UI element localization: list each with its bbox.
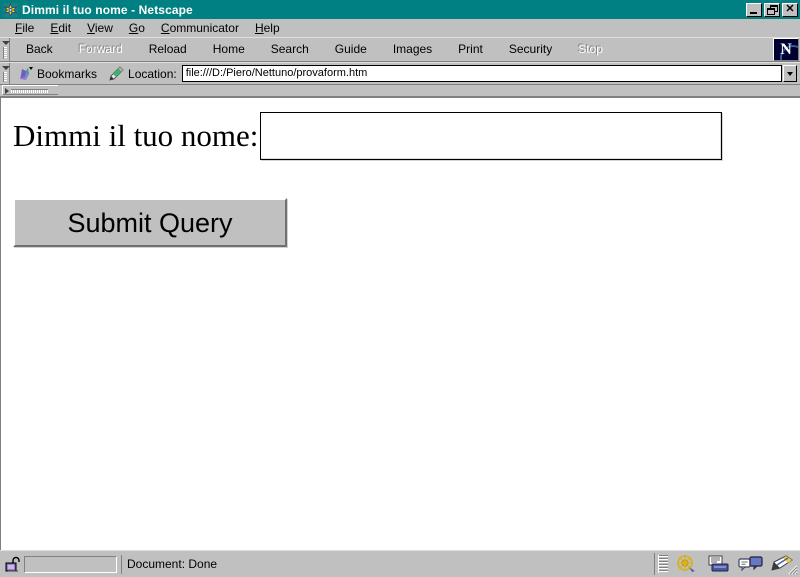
menu-item-view[interactable]: View xyxy=(79,20,121,36)
menu-bar: File Edit View Go Communicator Help xyxy=(0,19,800,37)
menu-item-go[interactable]: Go xyxy=(121,20,153,36)
back-button[interactable]: Back xyxy=(13,38,66,61)
discussions-icon[interactable] xyxy=(736,554,766,574)
bookmarks-button[interactable]: Bookmarks xyxy=(13,63,103,84)
images-button[interactable]: Images xyxy=(380,38,445,61)
location-field[interactable] xyxy=(181,65,782,82)
menu-item-help[interactable]: Help xyxy=(247,20,288,36)
status-text: Document: Done xyxy=(127,557,218,571)
page-title: Dimmi il tuo nome: xyxy=(13,118,259,153)
restore-button[interactable] xyxy=(764,2,780,17)
location-toolbar: Bookmarks Location: xyxy=(0,62,800,85)
title-bar: Dimmi il tuo nome - Netscape ✕ xyxy=(0,0,800,19)
submit-query-button[interactable]: Submit Query xyxy=(13,198,287,247)
search-button[interactable]: Search xyxy=(258,38,322,61)
navigation-toolbar-gripper[interactable] xyxy=(0,38,10,61)
pencil-icon xyxy=(107,66,124,81)
print-button[interactable]: Print xyxy=(445,38,496,61)
menu-item-edit[interactable]: Edit xyxy=(42,20,79,36)
location-label: Location: xyxy=(128,66,177,81)
progress-bar xyxy=(24,555,117,573)
home-button[interactable]: Home xyxy=(200,38,258,61)
status-message-area: Document: Done xyxy=(121,554,650,574)
window-controls: ✕ xyxy=(746,2,798,17)
component-bar xyxy=(654,553,798,575)
location-input[interactable] xyxy=(182,66,781,81)
netscape-browser-window: Dimmi il tuo nome - Netscape ✕ File Edit… xyxy=(0,0,800,577)
navigation-toolbar: Back Forward Reload Home Search Guide Im… xyxy=(0,37,800,62)
submit-row: Submit Query xyxy=(13,198,800,247)
bookmark-ribbon-icon xyxy=(17,66,35,82)
restore-icon xyxy=(766,4,778,15)
forward-button: Forward xyxy=(66,38,136,61)
stop-button: Stop xyxy=(565,38,616,61)
personal-toolbar xyxy=(0,85,800,97)
netscape-logo-letter: N xyxy=(780,40,792,58)
reload-button[interactable]: Reload xyxy=(136,38,200,61)
netscape-window-icon xyxy=(3,2,18,17)
navigator-icon[interactable] xyxy=(672,554,702,574)
component-bar-gripper[interactable] xyxy=(658,555,668,573)
window-title: Dimmi il tuo nome - Netscape xyxy=(22,2,193,17)
personal-toolbar-expand-tab[interactable] xyxy=(2,85,66,96)
mailbox-icon[interactable] xyxy=(704,554,734,574)
status-bar: Document: Done xyxy=(0,550,800,577)
guide-button[interactable]: Guide xyxy=(322,38,380,61)
security-button[interactable]: Security xyxy=(496,38,565,61)
close-button[interactable]: ✕ xyxy=(782,2,798,17)
name-form: Dimmi il tuo nome: xyxy=(13,112,800,160)
minimize-icon xyxy=(750,11,757,14)
menu-item-file[interactable]: File xyxy=(7,20,42,36)
unlocked-padlock-icon[interactable] xyxy=(2,555,22,574)
content-frame: Dimmi il tuo nome: Submit Query xyxy=(0,97,800,550)
web-page-body: Dimmi il tuo nome: Submit Query xyxy=(1,98,800,247)
bookmarks-label: Bookmarks xyxy=(37,66,98,81)
navigation-buttons: Back Forward Reload Home Search Guide Im… xyxy=(13,38,773,61)
close-icon: ✕ xyxy=(785,2,795,15)
netscape-logo[interactable]: N xyxy=(773,38,799,61)
menu-item-communicator[interactable]: Communicator xyxy=(153,20,247,36)
name-input[interactable] xyxy=(260,112,723,160)
location-group: Location: xyxy=(103,63,800,84)
location-toolbar-gripper[interactable] xyxy=(0,63,10,84)
minimize-button[interactable] xyxy=(746,2,762,17)
location-dropdown-button[interactable] xyxy=(783,65,797,82)
resize-grip[interactable] xyxy=(785,562,799,576)
